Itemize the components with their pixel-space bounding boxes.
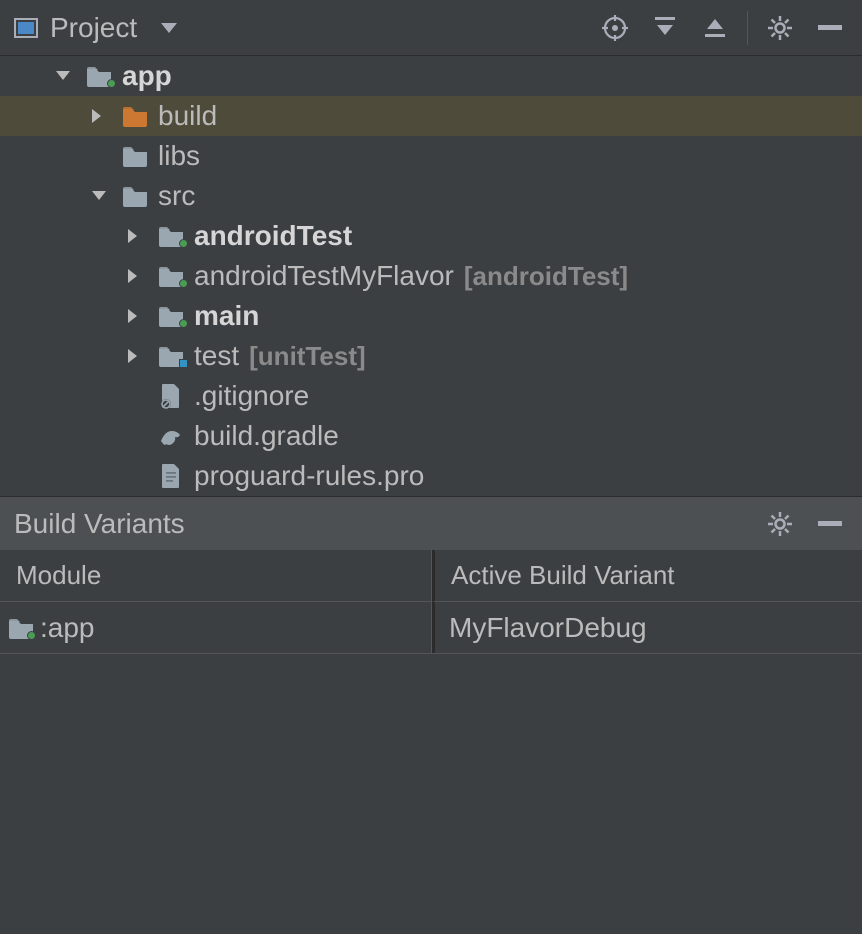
tree-item-label: build bbox=[158, 100, 217, 132]
tree-item-label: build.gradle bbox=[194, 420, 339, 452]
tree-item-label: main bbox=[194, 300, 259, 332]
view-mode-dropdown[interactable] bbox=[151, 10, 187, 46]
module-folder-icon bbox=[156, 265, 186, 287]
panel-title: Project bbox=[50, 12, 137, 44]
tree-item-label: libs bbox=[158, 140, 200, 172]
chevron-right-icon[interactable] bbox=[128, 309, 148, 323]
project-panel-toolbar: Project bbox=[0, 0, 862, 56]
tree-item-label: test bbox=[194, 340, 239, 372]
tree-item-label: androidTest bbox=[194, 220, 352, 252]
tree-item[interactable]: test [unitTest] bbox=[0, 336, 862, 376]
variant-name: MyFlavorDebug bbox=[449, 612, 647, 644]
folder-icon bbox=[120, 185, 150, 207]
module-folder-icon bbox=[156, 345, 186, 367]
gradle-icon bbox=[156, 425, 186, 447]
hide-icon[interactable] bbox=[812, 506, 848, 542]
build-variant-row[interactable]: :app MyFlavorDebug bbox=[0, 602, 862, 654]
tree-item-label: .gitignore bbox=[194, 380, 309, 412]
tree-item-hint: [unitTest] bbox=[249, 341, 366, 372]
tree-item[interactable]: build bbox=[0, 96, 862, 136]
tree-item[interactable]: main bbox=[0, 296, 862, 336]
toolbar-divider bbox=[747, 11, 748, 45]
tree-item-label: androidTestMyFlavor bbox=[194, 260, 454, 292]
tree-item[interactable]: .gitignore bbox=[0, 376, 862, 416]
tree-item-label: app bbox=[122, 60, 172, 92]
tree-item[interactable]: androidTest bbox=[0, 216, 862, 256]
chevron-right-icon[interactable] bbox=[128, 349, 148, 363]
folder-icon bbox=[120, 145, 150, 167]
build-variants-header: Build Variants bbox=[0, 496, 862, 550]
file-icon bbox=[156, 463, 186, 489]
chevron-down-icon[interactable] bbox=[56, 71, 76, 81]
tree-item[interactable]: proguard-rules.pro bbox=[0, 456, 862, 496]
file-ignored-icon bbox=[156, 383, 186, 409]
column-header-module[interactable]: Module bbox=[0, 550, 432, 602]
column-header-variant[interactable]: Active Build Variant bbox=[432, 550, 862, 602]
module-name: :app bbox=[40, 612, 95, 644]
build-variants-rows: :app MyFlavorDebug bbox=[0, 602, 862, 654]
gear-icon[interactable] bbox=[762, 506, 798, 542]
project-view-icon bbox=[14, 18, 38, 38]
build-variants-columns: Module Active Build Variant bbox=[0, 550, 862, 602]
tree-item-label: src bbox=[158, 180, 195, 212]
tree-item[interactable]: libs bbox=[0, 136, 862, 176]
module-folder-icon bbox=[156, 305, 186, 327]
tree-item-label: proguard-rules.pro bbox=[194, 460, 424, 492]
build-variants-title: Build Variants bbox=[14, 508, 185, 540]
module-folder-icon bbox=[8, 617, 34, 639]
collapse-all-icon[interactable] bbox=[697, 10, 733, 46]
tree-item[interactable]: androidTestMyFlavor [androidTest] bbox=[0, 256, 862, 296]
chevron-down-icon[interactable] bbox=[92, 191, 112, 201]
tree-item[interactable]: app bbox=[0, 56, 862, 96]
gear-icon[interactable] bbox=[762, 10, 798, 46]
build-variants-empty-area bbox=[0, 654, 862, 934]
chevron-right-icon[interactable] bbox=[128, 269, 148, 283]
module-cell[interactable]: :app bbox=[0, 602, 432, 653]
chevron-right-icon[interactable] bbox=[92, 109, 112, 123]
project-tree[interactable]: app build libs src androidTest androidTestMyF… bbox=[0, 56, 862, 496]
locate-icon[interactable] bbox=[597, 10, 633, 46]
tree-item[interactable]: build.gradle bbox=[0, 416, 862, 456]
module-folder-icon bbox=[156, 225, 186, 247]
module-folder-icon bbox=[84, 65, 114, 87]
hide-icon[interactable] bbox=[812, 10, 848, 46]
variant-cell[interactable]: MyFlavorDebug bbox=[432, 602, 862, 653]
expand-all-icon[interactable] bbox=[647, 10, 683, 46]
folder-excluded-icon bbox=[120, 105, 150, 127]
tree-item[interactable]: src bbox=[0, 176, 862, 216]
tree-item-hint: [androidTest] bbox=[464, 261, 628, 292]
chevron-right-icon[interactable] bbox=[128, 229, 148, 243]
